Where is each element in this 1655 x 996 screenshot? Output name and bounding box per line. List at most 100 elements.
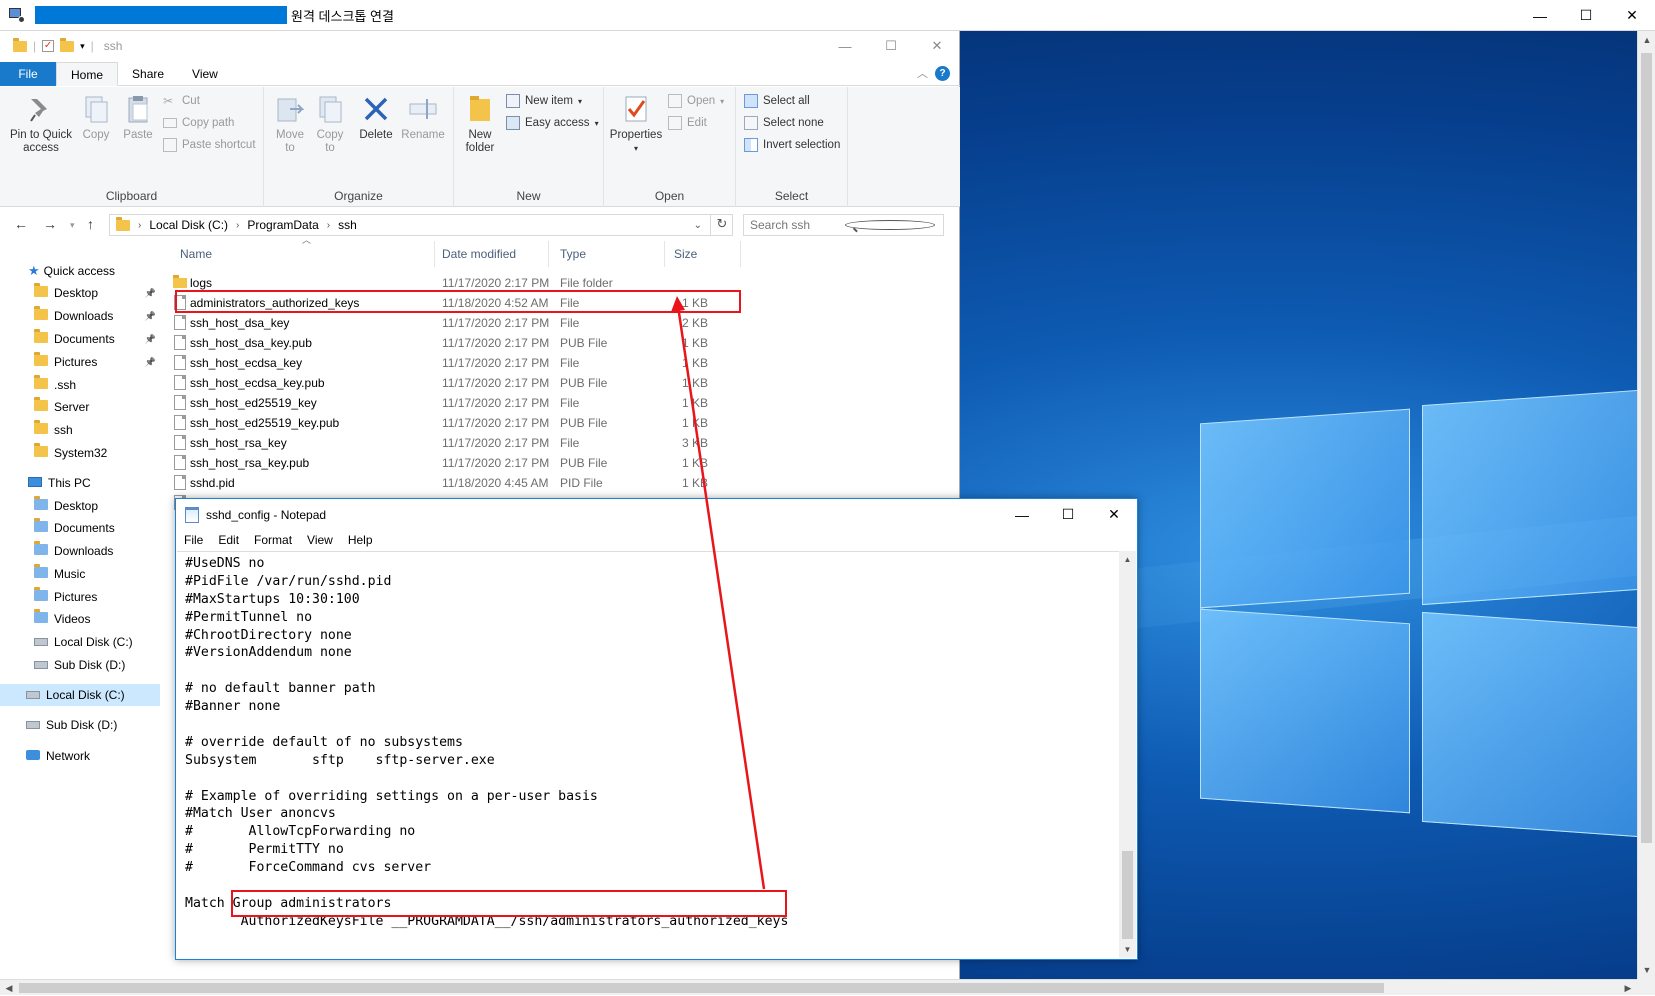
nav-quick-item[interactable]: Server — [0, 396, 160, 418]
remote-vertical-scrollbar[interactable]: ▲ ▼ — [1637, 31, 1655, 979]
refresh-icon[interactable]: ↻ — [710, 214, 733, 236]
breadcrumb-programdata[interactable]: ProgramData — [247, 218, 318, 232]
scroll-left-arrow[interactable]: ◀ — [0, 980, 18, 996]
easy-access-button[interactable]: Easy access ▾ — [506, 113, 599, 133]
new-item-button[interactable]: New item ▾ — [506, 91, 582, 111]
back-arrow-icon[interactable]: ← — [14, 216, 28, 232]
nav-quick-item[interactable]: Pictures 📌 — [0, 351, 160, 373]
nav-pc-item[interactable]: Pictures — [0, 586, 160, 608]
nav-quick-item[interactable]: Documents 📌 — [0, 328, 160, 350]
notepad-scroll-up-arrow[interactable]: ▲ — [1119, 551, 1136, 568]
nav-quick-access[interactable]: ★ Quick access — [0, 260, 160, 282]
tab-home[interactable]: Home — [56, 62, 119, 86]
collapse-ribbon-icon[interactable]: ︿ — [917, 65, 928, 81]
file-row[interactable]: ssh_host_ecdsa_key 11/17/2020 2:17 PM File… — [168, 353, 928, 373]
explorer-minimize-button[interactable]: — — [822, 31, 868, 61]
menu-help[interactable]: Help — [340, 530, 380, 550]
paste-shortcut-button[interactable]: Paste shortcut — [163, 135, 256, 155]
notepad-close-button[interactable]: ✕ — [1091, 499, 1137, 530]
nav-quick-item[interactable]: Downloads 📌 — [0, 305, 160, 327]
file-row[interactable]: sshd.pid 11/18/2020 4:45 AM PID File 1 KB — [168, 473, 928, 493]
new-folder-icon[interactable] — [60, 37, 75, 52]
file-row[interactable]: ssh_host_ecdsa_key.pub 11/17/2020 2:17 PM… — [168, 373, 928, 393]
paste-button[interactable]: Paste — [118, 93, 158, 142]
pin-icon[interactable]: 📌 — [145, 311, 156, 322]
copy-to-button[interactable]: Copy to — [312, 93, 348, 155]
nav-quick-item[interactable]: ssh — [0, 419, 160, 441]
breadcrumb-ssh[interactable]: ssh — [338, 218, 357, 232]
column-separator[interactable] — [548, 241, 549, 267]
pin-icon[interactable]: 📌 — [145, 288, 156, 299]
menu-format[interactable]: Format — [246, 530, 299, 550]
up-arrow-icon[interactable]: ↑ — [87, 216, 94, 232]
nav-pc-item[interactable]: Music — [0, 563, 160, 585]
column-size[interactable]: Size — [674, 247, 697, 267]
pin-icon[interactable]: 📌 — [145, 334, 156, 345]
cut-button[interactable]: ✂ Cut — [163, 91, 200, 111]
scroll-thumb[interactable] — [1641, 53, 1652, 843]
explorer-close-button[interactable]: ✕ — [914, 31, 960, 61]
properties-check-icon[interactable]: ✓ — [42, 40, 55, 52]
remote-minimize-button[interactable]: — — [1517, 0, 1563, 31]
nav-local-disk[interactable]: Local Disk (C:) — [0, 684, 160, 706]
scroll-thumb-h[interactable] — [19, 983, 1384, 993]
copy-path-button[interactable]: Copy path — [163, 113, 234, 133]
column-name[interactable]: Name — [180, 247, 212, 267]
file-row[interactable]: ssh_host_dsa_key 11/17/2020 2:17 PM File 2 … — [168, 313, 928, 333]
select-none-button[interactable]: Select none — [744, 113, 824, 133]
address-bar[interactable]: › Local Disk (C:) › ProgramData › ssh ⌄ — [109, 214, 733, 236]
column-type[interactable]: Type — [560, 247, 586, 267]
pin-icon[interactable]: 📌 — [145, 357, 156, 368]
move-to-button[interactable]: Move to — [272, 93, 308, 155]
notepad-scroll-thumb[interactable] — [1122, 851, 1133, 939]
new-folder-button[interactable]: New folder — [460, 93, 500, 155]
delete-button[interactable]: Delete — [356, 93, 396, 142]
nav-pc-item[interactable]: Downloads — [0, 540, 160, 562]
file-row[interactable]: ssh_host_ed25519_key 11/17/2020 2:17 PM Fi… — [168, 393, 928, 413]
nav-pc-item[interactable]: Local Disk (C:) — [0, 631, 160, 653]
properties-button[interactable]: Properties ▾ — [608, 93, 664, 155]
nav-this-pc[interactable]: This PC — [0, 472, 160, 494]
notepad-maximize-button[interactable]: ☐ — [1045, 499, 1091, 530]
nav-quick-item[interactable]: .ssh — [0, 374, 160, 396]
search-input[interactable]: Search ssh — [743, 214, 944, 236]
recent-locations-chevron-icon[interactable]: ▾ — [70, 220, 75, 231]
rename-button[interactable]: Rename — [400, 93, 446, 142]
open-button[interactable]: Open ▾ — [668, 91, 724, 111]
scroll-down-arrow[interactable]: ▼ — [1638, 961, 1655, 979]
address-dropdown-chevron-icon[interactable]: ⌄ — [694, 220, 702, 231]
column-date-modified[interactable]: Date modified — [442, 247, 516, 267]
customize-qa-chevron-icon[interactable]: ▾ — [80, 41, 85, 52]
column-separator[interactable] — [434, 241, 435, 267]
nav-network[interactable]: Network — [0, 745, 160, 767]
menu-view[interactable]: View — [299, 530, 340, 550]
nav-sub-disk[interactable]: Sub Disk (D:) — [0, 714, 160, 736]
tab-share[interactable]: Share — [118, 62, 178, 86]
scroll-right-arrow[interactable]: ▶ — [1619, 980, 1637, 996]
remote-maximize-button[interactable]: ☐ — [1563, 0, 1609, 31]
breadcrumb-local-disk[interactable]: Local Disk (C:) — [149, 218, 228, 232]
file-row[interactable]: ssh_host_rsa_key.pub 11/17/2020 2:17 PM PU… — [168, 453, 928, 473]
edit-button[interactable]: Edit — [668, 113, 707, 133]
remote-close-button[interactable]: ✕ — [1609, 0, 1655, 31]
nav-quick-item[interactable]: Desktop 📌 — [0, 282, 160, 304]
select-all-button[interactable]: Select all — [744, 91, 810, 111]
menu-edit[interactable]: Edit — [210, 530, 246, 550]
notepad-vertical-scrollbar[interactable]: ▲ ▼ — [1119, 551, 1136, 958]
notepad-scroll-down-arrow[interactable]: ▼ — [1119, 941, 1136, 958]
nav-pc-item[interactable]: Documents — [0, 517, 160, 539]
remote-horizontal-scrollbar[interactable]: ◀ ▶ — [0, 979, 1637, 995]
copy-button[interactable]: Copy — [78, 93, 114, 142]
tab-file[interactable]: File — [0, 62, 56, 86]
nav-pc-item[interactable]: Desktop — [0, 495, 160, 517]
column-separator[interactable] — [740, 241, 741, 267]
invert-selection-button[interactable]: Invert selection — [744, 135, 840, 155]
menu-file[interactable]: File — [176, 530, 210, 550]
column-separator[interactable] — [664, 241, 665, 267]
explorer-maximize-button[interactable]: ☐ — [868, 31, 914, 61]
nav-pc-item[interactable]: Sub Disk (D:) — [0, 654, 160, 676]
file-row[interactable]: ssh_host_ed25519_key.pub 11/17/2020 2:17 … — [168, 413, 928, 433]
nav-quick-item[interactable]: System32 — [0, 442, 160, 464]
notepad-minimize-button[interactable]: — — [999, 499, 1045, 530]
scroll-up-arrow[interactable]: ▲ — [1638, 31, 1655, 49]
